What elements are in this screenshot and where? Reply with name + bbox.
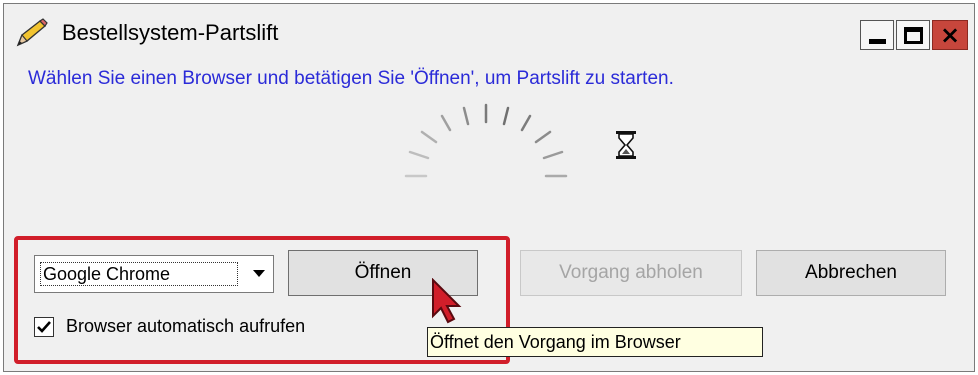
instruction-text: Wählen Sie einen Browser und betätigen S… xyxy=(28,68,674,89)
hourglass-icon xyxy=(616,131,636,159)
close-button[interactable]: × xyxy=(932,20,968,50)
minimize-icon xyxy=(869,39,886,44)
tooltip: Öffnet den Vorgang im Browser xyxy=(427,327,763,357)
close-icon: × xyxy=(939,21,961,49)
minimize-button[interactable] xyxy=(860,20,894,50)
maximize-icon xyxy=(904,27,923,44)
mouse-pointer-icon xyxy=(432,278,462,324)
maximize-button[interactable] xyxy=(896,20,930,50)
browser-select-value: Google Chrome xyxy=(40,262,238,286)
auto-open-label: Browser automatisch aufrufen xyxy=(66,316,306,336)
auto-open-checkbox[interactable] xyxy=(34,317,54,337)
browser-select[interactable]: Google Chrome xyxy=(34,255,274,293)
checkmark-icon xyxy=(37,321,51,333)
spinner-icon xyxy=(404,103,568,178)
window-title: Bestellsystem-Partslift xyxy=(62,20,279,45)
pencil-icon xyxy=(16,18,48,47)
cancel-button[interactable]: Abbrechen xyxy=(756,250,946,296)
chevron-down-icon xyxy=(253,270,265,277)
fetch-transaction-button[interactable]: Vorgang abholen xyxy=(520,250,742,296)
title-bar: Bestellsystem-Partslift × xyxy=(4,4,974,62)
